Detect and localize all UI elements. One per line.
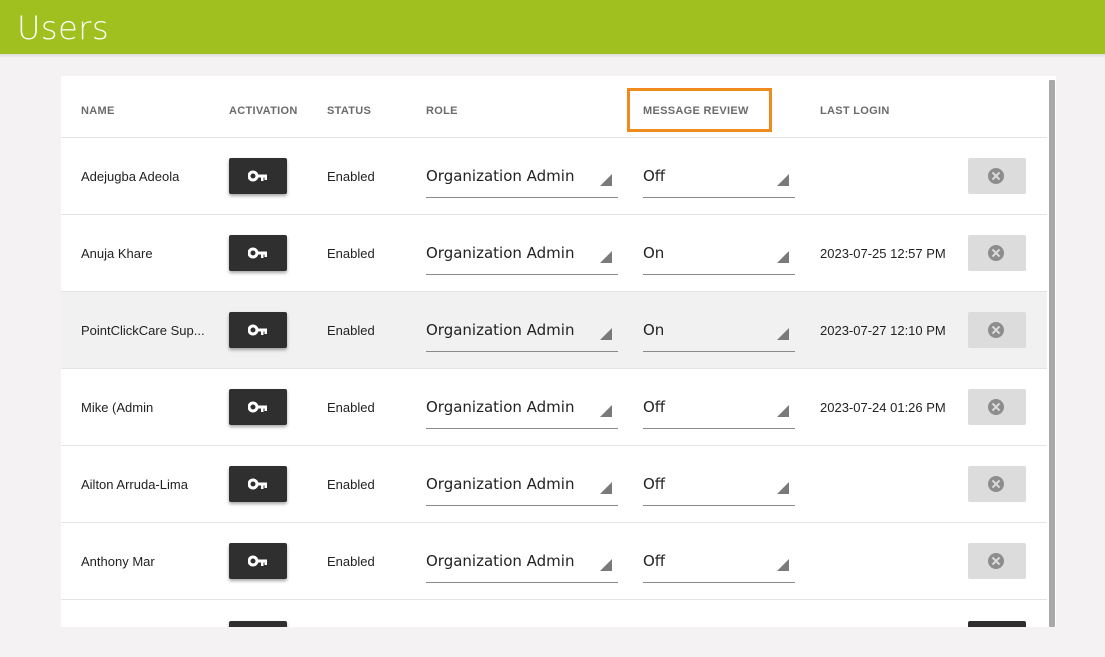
scrollbar[interactable] bbox=[1047, 76, 1056, 627]
activation-button[interactable] bbox=[229, 158, 287, 194]
user-name: Anthony Mar bbox=[81, 554, 155, 569]
close-circle-icon bbox=[988, 245, 1004, 261]
role-value: Organization Admin bbox=[426, 398, 575, 416]
message-review-select[interactable]: Off bbox=[643, 541, 795, 583]
column-header-name[interactable]: NAME bbox=[81, 105, 115, 117]
app-header: Users bbox=[0, 0, 1105, 54]
key-icon bbox=[248, 555, 267, 567]
table-row: Adejugba Adeola Enabled Organization Adm… bbox=[61, 138, 1047, 215]
close-circle-icon bbox=[988, 168, 1004, 184]
role-value: Organization Admin bbox=[426, 321, 575, 339]
dropdown-arrow-icon bbox=[600, 559, 612, 571]
role-select[interactable]: Organization Admin bbox=[426, 310, 618, 352]
role-select[interactable]: Organization Admin bbox=[426, 464, 618, 506]
user-name: Mike (Admin bbox=[81, 400, 154, 415]
key-icon bbox=[248, 478, 267, 490]
key-icon bbox=[248, 170, 267, 182]
table-row: Mike (Admin Enabled Organization Admin O… bbox=[61, 369, 1047, 446]
message-review-select[interactable]: Off bbox=[643, 387, 795, 429]
delete-user-button[interactable] bbox=[968, 543, 1026, 579]
column-header-last-login[interactable]: LAST LOGIN bbox=[820, 105, 890, 117]
role-select[interactable]: Organization Admin bbox=[426, 233, 618, 275]
user-status: Enabled bbox=[327, 246, 375, 261]
message-review-value: On bbox=[643, 244, 665, 262]
role-select[interactable]: Organization Admin bbox=[426, 541, 618, 583]
message-review-select[interactable]: On bbox=[643, 310, 795, 352]
role-value: Organization Admin bbox=[426, 244, 575, 262]
dropdown-arrow-icon bbox=[777, 559, 789, 571]
column-header-message-review[interactable]: MESSAGE REVIEW bbox=[643, 105, 749, 117]
role-value: Organization Admin bbox=[426, 475, 575, 493]
key-icon bbox=[248, 401, 267, 413]
delete-user-button[interactable] bbox=[968, 466, 1026, 502]
column-header-activation[interactable]: ACTIVATION bbox=[229, 105, 298, 117]
close-circle-icon bbox=[988, 476, 1004, 492]
message-review-value: Off bbox=[643, 475, 666, 493]
activation-button[interactable] bbox=[229, 621, 287, 627]
user-name: PointClickCare Sup... bbox=[81, 323, 205, 338]
header-shadow bbox=[0, 54, 1105, 58]
column-header-role[interactable]: ROLE bbox=[426, 105, 458, 117]
dropdown-arrow-icon bbox=[777, 405, 789, 417]
activation-button[interactable] bbox=[229, 543, 287, 579]
scrollbar-thumb[interactable] bbox=[1049, 80, 1055, 627]
close-circle-icon bbox=[988, 399, 1004, 415]
user-status: Enabled bbox=[327, 323, 375, 338]
delete-user-button[interactable] bbox=[968, 158, 1026, 194]
table-row: PointClickCare Sup... Enabled Organizati… bbox=[61, 292, 1047, 369]
table-row bbox=[61, 600, 1047, 627]
dropdown-arrow-icon bbox=[600, 405, 612, 417]
message-review-value: Off bbox=[643, 398, 666, 416]
dropdown-arrow-icon bbox=[600, 482, 612, 494]
user-status: Enabled bbox=[327, 169, 375, 184]
table-row: Anuja Khare Enabled Organization Admin O… bbox=[61, 215, 1047, 292]
dropdown-arrow-icon bbox=[777, 174, 789, 186]
dropdown-arrow-icon bbox=[600, 174, 612, 186]
last-login: 2023-07-24 01:26 PM bbox=[820, 400, 946, 415]
key-icon bbox=[248, 247, 267, 259]
role-select[interactable]: Organization Admin bbox=[426, 387, 618, 429]
page-title: Users bbox=[17, 9, 110, 47]
table-header: NAME ACTIVATION STATUS ROLE MESSAGE REVI… bbox=[61, 76, 1047, 138]
message-review-value: Off bbox=[643, 552, 666, 570]
last-login: 2023-07-27 12:10 PM bbox=[820, 323, 946, 338]
delete-user-button[interactable] bbox=[968, 235, 1026, 271]
close-circle-icon bbox=[988, 322, 1004, 338]
message-review-select[interactable]: Off bbox=[643, 464, 795, 506]
activation-button[interactable] bbox=[229, 466, 287, 502]
column-header-status[interactable]: STATUS bbox=[327, 105, 371, 117]
user-name: Ailton Arruda-Lima bbox=[81, 477, 188, 492]
close-circle-icon bbox=[988, 553, 1004, 569]
dropdown-arrow-icon bbox=[777, 251, 789, 263]
users-table-panel: NAME ACTIVATION STATUS ROLE MESSAGE REVI… bbox=[61, 76, 1056, 627]
user-status: Enabled bbox=[327, 400, 375, 415]
delete-user-button[interactable] bbox=[968, 312, 1026, 348]
user-name: Anuja Khare bbox=[81, 246, 153, 261]
dropdown-arrow-icon bbox=[600, 251, 612, 263]
dropdown-arrow-icon bbox=[777, 328, 789, 340]
user-name: Adejugba Adeola bbox=[81, 169, 180, 184]
message-review-select[interactable]: On bbox=[643, 233, 795, 275]
role-select[interactable]: Organization Admin bbox=[426, 156, 618, 198]
message-review-value: Off bbox=[643, 167, 666, 185]
table-row: Ailton Arruda-Lima Enabled Organization … bbox=[61, 446, 1047, 523]
table-row: Anthony Mar Enabled Organization Admin O… bbox=[61, 523, 1047, 600]
last-login: 2023-07-25 12:57 PM bbox=[820, 246, 946, 261]
dropdown-arrow-icon bbox=[600, 328, 612, 340]
user-status: Enabled bbox=[327, 554, 375, 569]
activation-button[interactable] bbox=[229, 235, 287, 271]
activation-button[interactable] bbox=[229, 312, 287, 348]
role-value: Organization Admin bbox=[426, 167, 575, 185]
user-status: Enabled bbox=[327, 477, 375, 492]
delete-user-button[interactable] bbox=[968, 621, 1026, 627]
activation-button[interactable] bbox=[229, 389, 287, 425]
dropdown-arrow-icon bbox=[777, 482, 789, 494]
key-icon bbox=[248, 324, 267, 336]
delete-user-button[interactable] bbox=[968, 389, 1026, 425]
role-value: Organization Admin bbox=[426, 552, 575, 570]
message-review-select[interactable]: Off bbox=[643, 156, 795, 198]
message-review-value: On bbox=[643, 321, 665, 339]
